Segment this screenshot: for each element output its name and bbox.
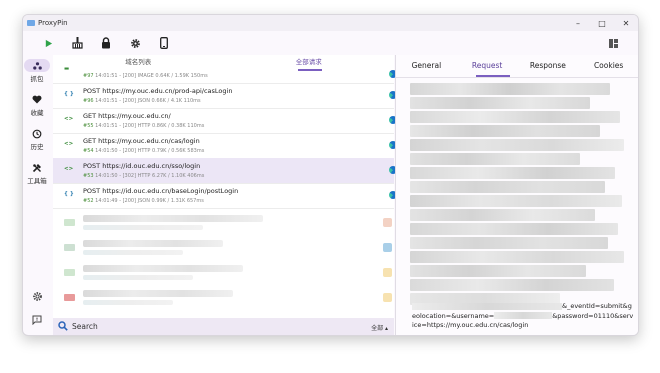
request-row-selected[interactable]: <> POST https://id.ouc.edu.cn/sso/login … — [53, 158, 397, 184]
html-type-icon: <> — [64, 116, 74, 122]
sidebar-item-capture[interactable]: 抓包 — [23, 59, 51, 83]
request-row[interactable]: { } POST https://id.ouc.edu.cn/baseLogin… — [53, 183, 397, 209]
feedback-icon — [32, 315, 42, 325]
search-icon — [58, 321, 68, 331]
history-icon — [32, 129, 42, 138]
image-type-icon: ▬ — [64, 66, 70, 72]
request-number: #52 — [83, 198, 94, 204]
settings-icon — [32, 292, 42, 301]
search-bar[interactable]: Search 全部 ▴ — [53, 318, 394, 335]
maximize-button[interactable]: □ — [590, 15, 614, 31]
blurred-request-row[interactable] — [53, 234, 394, 259]
settings-button[interactable] — [125, 33, 145, 53]
request-meta: 14:01:51 - [200] HTTP 0.86K / 0.38K 110m… — [95, 123, 205, 129]
sidebar-item-label: 收藏 — [30, 109, 44, 117]
request-number: #54 — [83, 148, 94, 154]
layout-icon — [608, 38, 618, 48]
settings-nav-button[interactable] — [23, 291, 51, 302]
layout-toggle-button[interactable] — [606, 36, 620, 50]
gear-icon — [130, 38, 140, 48]
phone-icon — [160, 37, 168, 49]
tab-response[interactable]: Response — [518, 55, 579, 77]
sidebar-item-label: 历史 — [30, 143, 44, 151]
request-url: GET https://my.ouc.edu.cn/ — [83, 112, 171, 120]
request-url: POST https://id.ouc.edu.cn/sso/login — [83, 162, 201, 170]
request-meta: 14:01:51 - [200] IMAGE 0.64K / 1.59K 150… — [95, 73, 208, 79]
app-window: ProxyPin – □ ✕ 抓包 收藏 历史 工具箱 域名列表 全部请求 ▬ … — [22, 14, 639, 336]
broom-icon — [71, 37, 83, 49]
app-logo-icon — [27, 20, 35, 26]
json-type-icon: { } — [64, 91, 74, 97]
redacted-segment — [412, 302, 562, 310]
request-row[interactable]: <> GET https://my.ouc.edu.cn/ #55 14:01:… — [53, 108, 397, 134]
blurred-request-row[interactable] — [53, 259, 394, 284]
filter-dropdown[interactable]: 全部 ▴ — [371, 323, 388, 332]
sidebar-item-label: 工具箱 — [27, 177, 47, 185]
request-number: #53 — [83, 173, 94, 179]
toolbar — [23, 31, 638, 55]
lock-icon — [102, 37, 110, 49]
json-type-icon: { } — [64, 191, 74, 197]
start-capture-button[interactable] — [38, 33, 58, 53]
play-icon — [45, 39, 52, 47]
html-type-icon: <> — [64, 166, 74, 172]
mobile-button[interactable] — [154, 33, 174, 53]
capture-icon — [32, 61, 42, 70]
sidebar-item-history[interactable]: 历史 — [23, 127, 51, 151]
close-button[interactable]: ✕ — [614, 15, 638, 31]
window-title: ProxyPin — [38, 19, 68, 27]
request-meta: 14:01:50 - [302] HTTP 6.27K / 1.10K 406m… — [95, 173, 205, 179]
feedback-button[interactable] — [23, 315, 51, 325]
request-number: #97 — [83, 73, 94, 79]
request-meta: 14:01:50 - [200] HTTP 0.79K / 0.56K 583m… — [95, 148, 205, 154]
detail-pane: General Request Response Cookies &_event… — [395, 55, 638, 335]
title-bar: ProxyPin – □ ✕ — [23, 15, 638, 31]
blurred-request-row[interactable] — [53, 284, 394, 309]
request-number: #96 — [83, 98, 94, 104]
request-body-text: &_eventId=submit&geolocation=&username= &… — [412, 302, 634, 329]
request-url: GET https://my.ouc.edu.cn/cas/login — [83, 137, 200, 145]
request-meta: 14:01:49 - [200] JSON 0.99K / 1.31K 657m… — [95, 198, 204, 204]
redacted-request-content — [410, 83, 626, 305]
ssl-proxy-button[interactable] — [96, 33, 116, 53]
sidebar-item-favorites[interactable]: 收藏 — [23, 93, 51, 117]
tab-request[interactable]: Request — [457, 55, 518, 77]
request-row[interactable]: { } POST https://my.ouc.edu.cn/prod-api/… — [53, 83, 397, 109]
minimize-button[interactable]: – — [566, 15, 590, 31]
request-number: #55 — [83, 123, 94, 129]
request-row[interactable]: ▬ #97 14:01:51 - [200] IMAGE 0.64K / 1.5… — [53, 64, 397, 84]
tab-general[interactable]: General — [396, 55, 457, 77]
sidebar-item-label: 抓包 — [30, 75, 44, 83]
request-meta: 14:01:51 - [200] JSON 0.66K / 4.1K 110ms — [95, 98, 201, 104]
redacted-username — [494, 312, 553, 319]
heart-icon — [32, 95, 42, 104]
clear-button[interactable] — [67, 33, 87, 53]
sidebar-item-toolbox[interactable]: 工具箱 — [23, 161, 51, 185]
tools-icon — [32, 163, 41, 172]
request-url: POST https://id.ouc.edu.cn/baseLogin/pos… — [83, 187, 239, 195]
search-input[interactable]: Search — [72, 322, 98, 331]
html-type-icon: <> — [64, 141, 74, 147]
request-list-pane: 域名列表 全部请求 ▬ #97 14:01:51 - [200] IMAGE 0… — [53, 55, 422, 335]
request-row[interactable]: <> GET https://my.ouc.edu.cn/cas/login #… — [53, 133, 397, 159]
sidebar: 抓包 收藏 历史 工具箱 — [23, 55, 51, 335]
request-url: POST https://my.ouc.edu.cn/prod-api/casL… — [83, 87, 233, 95]
tab-cookies[interactable]: Cookies — [578, 55, 638, 77]
blurred-request-row[interactable] — [53, 209, 394, 234]
